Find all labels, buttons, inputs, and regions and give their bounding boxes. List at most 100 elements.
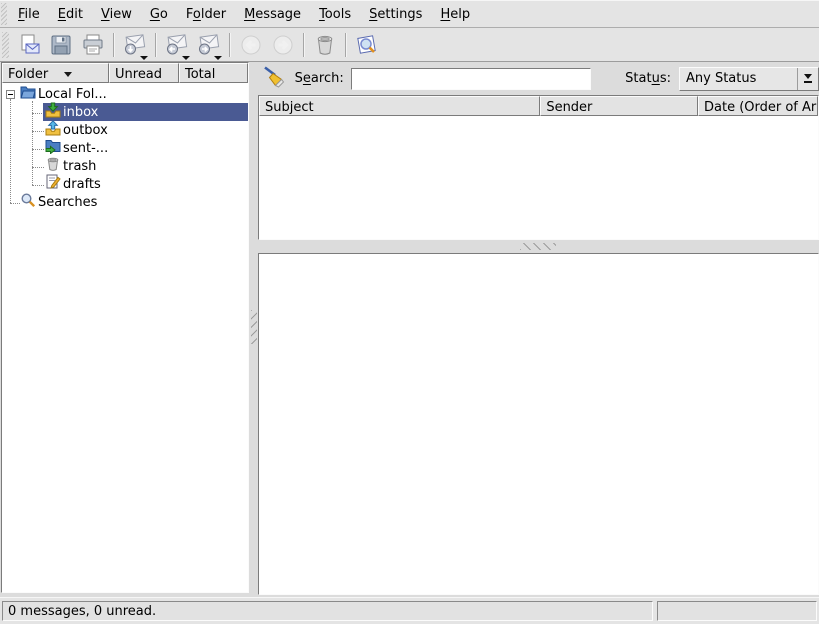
folder-panel: Folder Unread Total	[1, 62, 249, 593]
tree-guide-line	[10, 203, 20, 204]
menu-tools[interactable]: Tools	[310, 3, 360, 26]
folder-label-sent: sent-...	[63, 141, 108, 156]
toolbar-grip-handle[interactable]	[2, 32, 9, 58]
menu-help[interactable]: Help	[431, 3, 479, 26]
forward-dropdown-caret-icon	[214, 56, 222, 60]
folder-label-trash: trash	[63, 159, 96, 174]
message-list-body[interactable]	[259, 116, 818, 239]
column-header-subject[interactable]: Subject	[259, 96, 540, 116]
column-header-date[interactable]: Date (Order of Arrival)	[698, 96, 818, 116]
column-header-sender-label: Sender	[546, 100, 592, 115]
status-bar: 0 messages, 0 unread.	[0, 597, 819, 624]
save-icon	[49, 33, 73, 57]
menu-edit-label: Edit	[58, 7, 83, 22]
toolbar-separator	[303, 33, 305, 57]
new-message-button[interactable]	[14, 30, 44, 60]
menu-file-label: File	[18, 7, 40, 22]
chevron-down-icon	[804, 74, 812, 79]
folder-label-searches: Searches	[38, 195, 97, 210]
menu-view[interactable]: View	[92, 3, 141, 26]
splitter-grip-icon	[251, 310, 257, 344]
menubar-grip-handle[interactable]	[1, 3, 7, 25]
forward-nav-button[interactable]	[268, 30, 298, 60]
check-mail-dropdown-caret-icon	[140, 56, 148, 60]
folder-label-drafts: drafts	[63, 177, 101, 192]
folder-tree: Local Fol... inbox	[2, 83, 248, 592]
reply-dropdown-caret-icon	[182, 56, 190, 60]
folder-row-inbox[interactable]: inbox	[43, 103, 248, 121]
quick-search-bar: Search: Status: Any Status	[258, 62, 819, 95]
find-messages-button[interactable]	[352, 30, 382, 60]
tree-guide-line	[10, 99, 11, 203]
vertical-splitter-handle[interactable]	[250, 62, 258, 595]
column-header-folder[interactable]: Folder	[2, 63, 109, 83]
nav-forward-icon	[271, 33, 295, 57]
print-icon	[81, 33, 105, 57]
folder-row-trash[interactable]: trash	[43, 157, 96, 175]
outbox-icon	[45, 120, 61, 140]
dropdown-arrow-button[interactable]	[797, 68, 818, 90]
forward-button[interactable]	[194, 30, 224, 60]
drafts-icon	[45, 174, 61, 194]
search-folder-icon	[20, 192, 36, 212]
nav-back-icon	[239, 33, 263, 57]
expander-minus-icon[interactable]	[6, 90, 15, 99]
folder-row-sent[interactable]: sent-...	[43, 139, 108, 157]
menu-help-label: Help	[440, 7, 470, 22]
check-mail-button[interactable]	[120, 30, 150, 60]
clear-search-button[interactable]	[262, 66, 287, 92]
horizontal-splitter-handle[interactable]	[258, 240, 819, 253]
folder-label-outbox: outbox	[63, 123, 108, 138]
broom-icon	[262, 65, 286, 92]
message-list-header: Subject Sender Date (Order of Arrival)	[259, 96, 818, 116]
column-header-sender[interactable]: Sender	[540, 96, 698, 116]
toolbar-separator	[113, 33, 115, 57]
folder-row-searches[interactable]: Searches	[20, 193, 97, 211]
print-button[interactable]	[78, 30, 108, 60]
status-filter-label: Status:	[625, 71, 671, 86]
mail-client-window: File Edit View Go Folder Message Tools S…	[0, 0, 819, 624]
status-secondary-panel	[657, 601, 817, 621]
back-button[interactable]	[236, 30, 266, 60]
mail-check-icon	[123, 33, 147, 57]
status-filter-dropdown[interactable]: Any Status	[679, 67, 819, 91]
toolbar-separator	[345, 33, 347, 57]
menu-go[interactable]: Go	[141, 3, 177, 26]
splitter-grip-icon	[520, 243, 556, 250]
status-message-text: 0 messages, 0 unread.	[8, 604, 156, 619]
column-header-unread-label: Unread	[115, 67, 162, 82]
column-header-date-label: Date (Order of Arrival)	[704, 100, 818, 115]
menu-go-label: Go	[150, 7, 168, 22]
dropdown-dash-icon	[804, 81, 812, 83]
save-button[interactable]	[46, 30, 76, 60]
inbox-icon	[45, 102, 61, 122]
menu-edit[interactable]: Edit	[49, 3, 92, 26]
folder-row-drafts[interactable]: drafts	[43, 175, 101, 193]
folder-row-outbox[interactable]: outbox	[43, 121, 108, 139]
folder-row-local-folders[interactable]: Local Fol...	[20, 85, 107, 103]
search-input[interactable]	[351, 68, 591, 90]
menu-folder[interactable]: Folder	[177, 3, 235, 26]
column-header-total[interactable]: Total	[179, 63, 248, 83]
message-list: Subject Sender Date (Order of Arrival)	[258, 95, 819, 240]
trash-button[interactable]	[310, 30, 340, 60]
open-folder-icon	[20, 84, 36, 104]
main-area: Folder Unread Total	[0, 62, 819, 597]
folder-list-header: Folder Unread Total	[2, 63, 248, 83]
status-filter-value: Any Status	[680, 71, 797, 86]
column-header-unread[interactable]: Unread	[109, 63, 179, 83]
folder-label-local-folders: Local Fol...	[38, 87, 107, 102]
menu-folder-label: Folder	[186, 7, 226, 22]
find-icon	[355, 33, 379, 57]
column-header-total-label: Total	[185, 67, 215, 82]
menu-settings[interactable]: Settings	[360, 3, 431, 26]
reply-button[interactable]	[162, 30, 192, 60]
trash-folder-icon	[45, 156, 61, 176]
menu-bar: File Edit View Go Folder Message Tools S…	[0, 0, 819, 28]
sent-folder-icon	[45, 138, 61, 158]
message-preview-pane[interactable]	[258, 253, 819, 595]
menu-message[interactable]: Message	[235, 3, 310, 26]
menu-file[interactable]: File	[9, 3, 49, 26]
menu-settings-label: Settings	[369, 7, 422, 22]
toolbar-separator	[155, 33, 157, 57]
